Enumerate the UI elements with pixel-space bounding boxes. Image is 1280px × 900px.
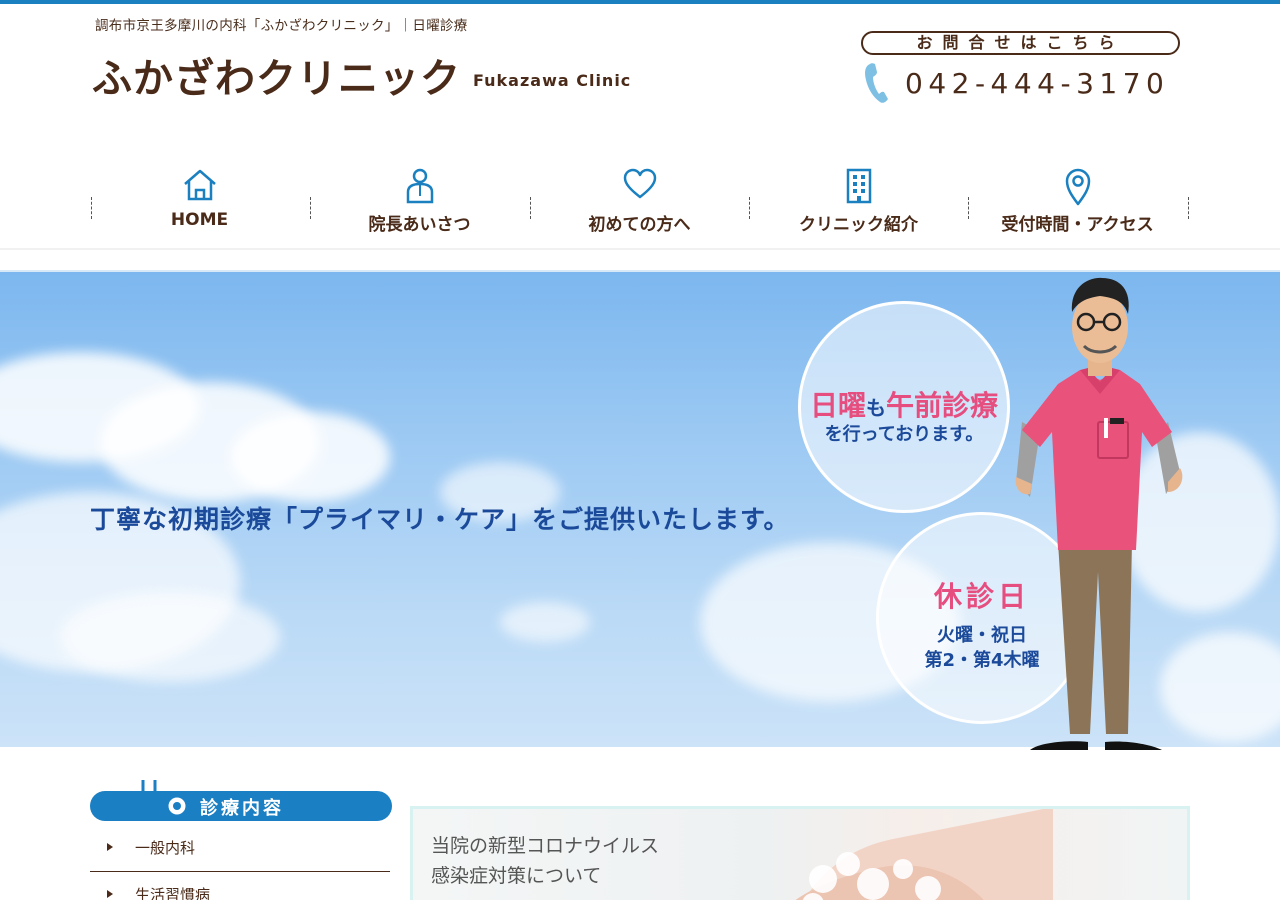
sunday-hours-subtitle: を行っております。 [824, 424, 984, 445]
map-pin-icon [1065, 168, 1090, 206]
hero-headline: 丁寧な初期診療「プライマリ・ケア」をご提供いたします。 [90, 505, 790, 534]
sidebar-item-label: 生活習慣病 [135, 886, 211, 900]
cloud [500, 602, 590, 642]
building-icon [846, 168, 871, 204]
nav-item-first-visit[interactable]: 初めての方へ [530, 160, 749, 240]
nav-bottom-rule [0, 248, 1280, 250]
home-icon [183, 169, 216, 201]
nav-label: 院長あいさつ [368, 215, 471, 235]
nav-label: クリニック紹介 [799, 215, 918, 235]
nav-label: HOME [170, 210, 229, 230]
arrow-right-icon [107, 843, 113, 851]
nav-label: 初めての方へ [588, 215, 691, 235]
sunday-hours-bubble: 日曜も午前診療 を行っております。 [798, 301, 1010, 513]
sunday-word: 日曜 [809, 389, 866, 422]
site-logo-english[interactable]: Fukazawa Clinic [473, 71, 631, 90]
top-accent-bar [0, 0, 1280, 4]
sunday-connector: も [866, 396, 886, 420]
nav-label: 受付時間・アクセス [1001, 215, 1154, 235]
doctor-icon [406, 168, 433, 204]
cloud [230, 412, 390, 502]
nav-item-greeting[interactable]: 院長あいさつ [310, 160, 529, 240]
nav-item-clinic-intro[interactable]: クリニック紹介 [749, 160, 968, 240]
nav-item-home[interactable]: HOME [90, 160, 309, 240]
contact-label-box: お問合せはこちら [861, 31, 1180, 55]
arrow-right-icon [107, 890, 113, 898]
sidebar-item-label: 一般内科 [135, 839, 196, 857]
notice-line-1: 当院の新型コロナウイルス [431, 835, 660, 857]
covid-notice-banner[interactable]: 当院の新型コロナウイルス 感染症対策について [410, 806, 1190, 900]
sidebar-item-general-medicine[interactable]: 一般内科 [90, 826, 390, 872]
site-tagline: 調布市京王多摩川の内科「ふかざわクリニック」｜日曜診療 [95, 18, 468, 34]
heart-icon [623, 168, 656, 199]
hand-washing-image [795, 809, 1053, 900]
doctor-illustration [1015, 277, 1183, 750]
sidebar-item-lifestyle-disease[interactable]: 生活習慣病 [90, 873, 390, 900]
sunday-hours-title: 日曜も午前診療 [801, 384, 1007, 424]
site-logo-japanese[interactable]: ふかざわクリニック [92, 46, 461, 104]
phone-number[interactable]: 042-444-3170 [905, 67, 1169, 100]
nav-divider [1188, 197, 1189, 219]
phone-icon [865, 63, 888, 103]
cloud [60, 592, 280, 682]
main-navigation: HOME 院長あいさつ 初めての方へ クリニック紹介 受付時間・アクセス [90, 160, 1190, 240]
stethoscope-icon [141, 780, 189, 818]
notice-line-2: 感染症対策について [431, 865, 602, 887]
sidebar-heading-label: 診療内容 [200, 798, 284, 819]
nav-item-hours-access[interactable]: 受付時間・アクセス [968, 160, 1187, 240]
morning-word: 午前診療 [886, 389, 999, 422]
